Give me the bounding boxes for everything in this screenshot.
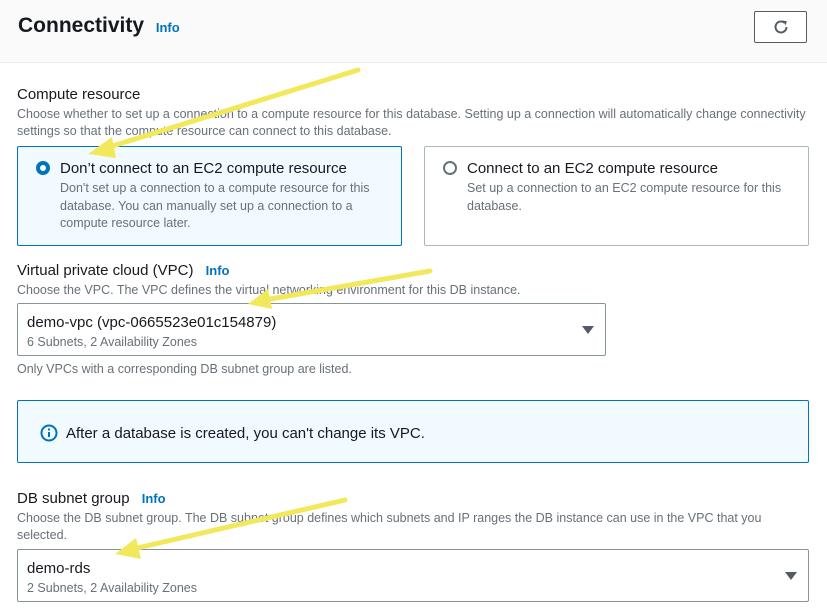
refresh-button[interactable]: [754, 11, 807, 43]
vpc-selected-value: demo-vpc (vpc-0665523e01c154879): [27, 314, 277, 331]
option-title: Don’t connect to an EC2 compute resource: [60, 160, 347, 177]
option-dont-connect-ec2[interactable]: Don’t connect to an EC2 compute resource…: [17, 146, 402, 246]
vpc-select[interactable]: demo-vpc (vpc-0665523e01c154879) 6 Subne…: [17, 303, 606, 356]
section-header: Connectivity Info: [0, 0, 827, 63]
subnet-selected-value: demo-rds: [27, 560, 91, 577]
vpc-description: Choose the VPC. The VPC defines the virt…: [17, 283, 521, 297]
page-title: Connectivity Info: [18, 14, 180, 37]
option-title: Connect to an EC2 compute resource: [467, 160, 718, 177]
option-description: Set up a connection to an EC2 compute re…: [467, 181, 782, 213]
subnet-group-label: DB subnet group Info: [17, 490, 166, 507]
radio-connect[interactable]: [443, 161, 457, 175]
vpc-info-alert: After a database is created, you can't c…: [17, 400, 809, 463]
vpc-hint: Only VPCs with a corresponding DB subnet…: [17, 362, 352, 376]
subnet-group-select[interactable]: demo-rds 2 Subnets, 2 Availability Zones: [17, 549, 809, 602]
vpc-selected-sub: 6 Subnets, 2 Availability Zones: [27, 335, 198, 349]
alert-text: After a database is created, you can't c…: [66, 425, 425, 442]
subnet-selected-sub: 2 Subnets, 2 Availability Zones: [27, 581, 198, 595]
option-description: Don't set up a connection to a compute r…: [60, 181, 370, 230]
caret-down-icon: [785, 572, 797, 580]
info-circle-icon: [40, 424, 58, 442]
subnet-group-description: Choose the DB subnet group. The DB subne…: [17, 511, 762, 542]
compute-resource-label: Compute resource: [17, 86, 141, 103]
radio-dont-connect[interactable]: [36, 161, 50, 175]
subnet-info-link[interactable]: Info: [142, 491, 166, 506]
connectivity-info-link[interactable]: Info: [156, 20, 180, 35]
refresh-icon: [774, 20, 787, 34]
vpc-label: Virtual private cloud (VPC) Info: [17, 262, 230, 279]
option-connect-ec2[interactable]: Connect to an EC2 compute resource Set u…: [424, 146, 809, 246]
vpc-info-link[interactable]: Info: [206, 263, 230, 278]
compute-resource-description: Choose whether to set up a connection to…: [17, 107, 806, 138]
caret-down-icon: [582, 326, 594, 334]
